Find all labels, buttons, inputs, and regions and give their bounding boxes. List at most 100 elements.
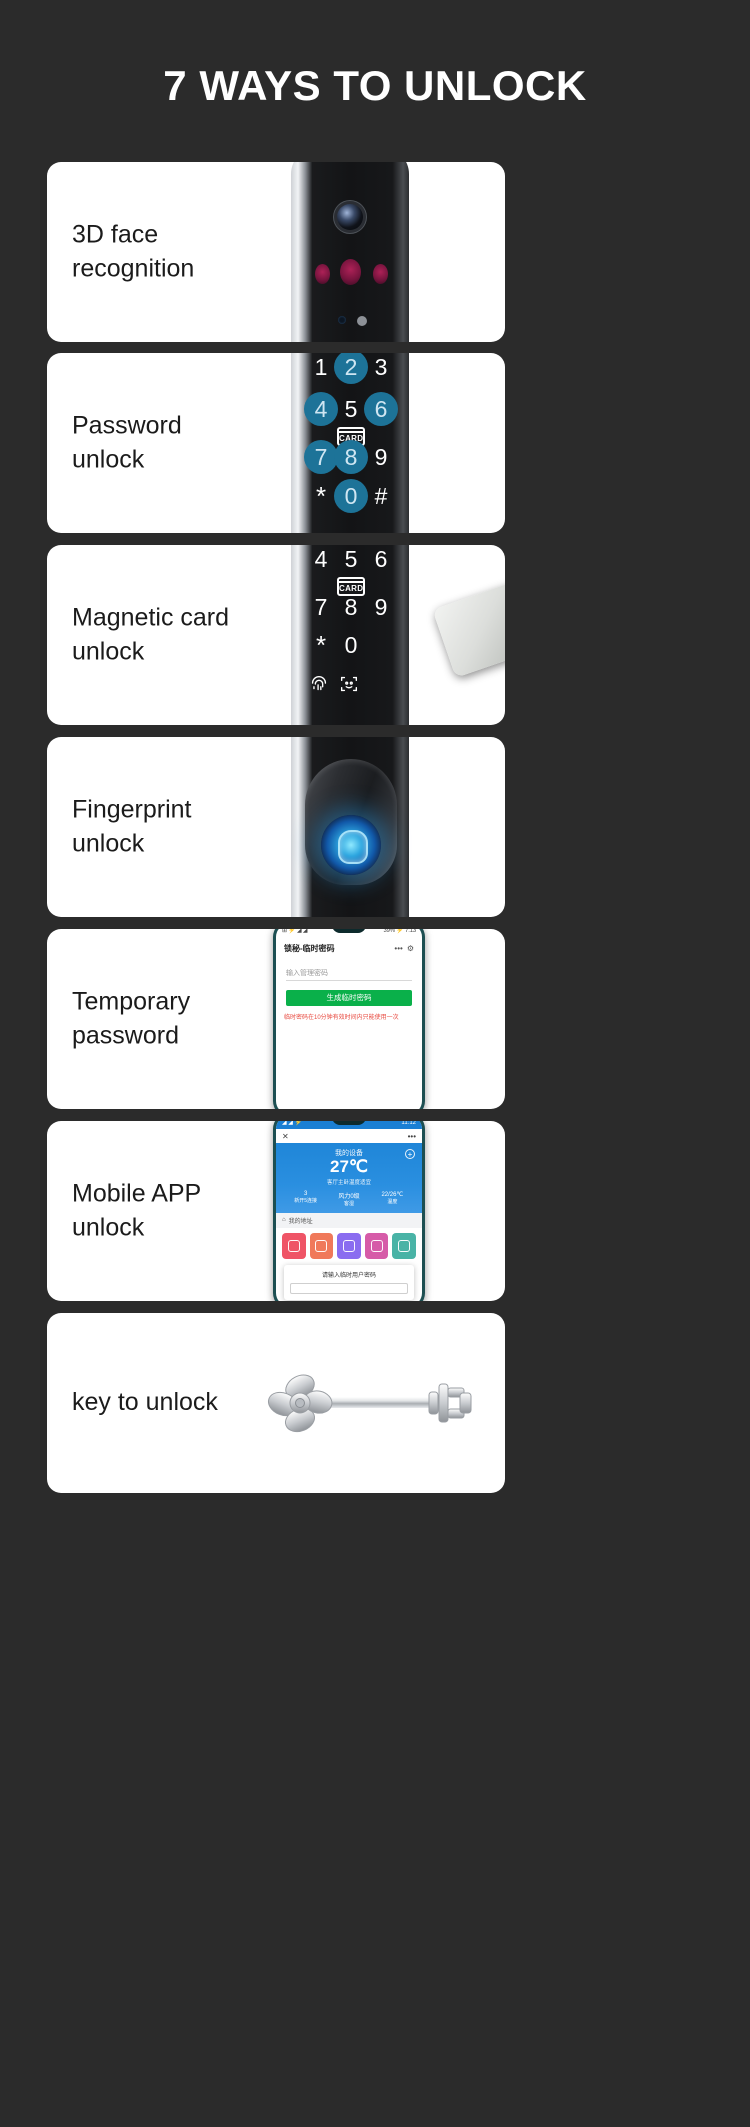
keypad-key-2[interactable]: 2 (334, 353, 368, 384)
home-icon: ⌂ (282, 1217, 286, 1224)
card-3d-face-recognition[interactable]: 3D face recognition (47, 162, 505, 342)
ir-led-icon (340, 259, 361, 285)
card-label-line1: 3D face (72, 220, 159, 249)
keypad-key-8[interactable]: 8 (334, 440, 368, 474)
keypad-key-hash[interactable]: # (364, 479, 398, 513)
hero-stats: 3 新开5连接 风力0级 客湿 22/26℃ 温度 (284, 1191, 414, 1207)
device-tile[interactable] (364, 1232, 389, 1259)
device-icon (370, 1239, 383, 1252)
keypad-key-star[interactable]: * (304, 628, 338, 662)
media-phone-smart-home-app: ◢ ◢ ⚡ 11:12 ✕ ••• + 我的设备 27℃ 客厅主卧温度适宜 3 … (243, 1121, 505, 1301)
hero-title: 我的设备 (335, 1150, 363, 1157)
more-icon[interactable]: ••• (394, 944, 402, 953)
keypad-key-star[interactable]: * (304, 479, 338, 513)
card-label-line2: password (72, 1021, 179, 1049)
keypad-key-3[interactable]: 3 (364, 353, 398, 384)
device-icon (315, 1239, 328, 1252)
keypad-key-6[interactable]: 6 (364, 545, 398, 576)
temp-password-note: 临时密码在10分钟有效时间内只能使用一次 (284, 1015, 399, 1021)
device-tile[interactable] (309, 1232, 334, 1259)
card-label-line1: Magnetic card (72, 603, 230, 632)
card-label: Fingerprint unlock (72, 793, 272, 861)
keypad-key-8[interactable]: 8 (334, 590, 368, 624)
card-key-to-unlock[interactable]: key to unlock (47, 1313, 505, 1493)
hero-subtitle: 客厅主卧温度适宜 (326, 1179, 371, 1186)
device-tile[interactable] (392, 1232, 416, 1259)
card-magnetic-card-unlock[interactable]: Magnetic card unlock 4 5 6 CARD 7 8 9 * … (47, 545, 505, 725)
app-section-header: ⌂ 我的地址 (276, 1212, 422, 1228)
device-tile[interactable] (282, 1232, 306, 1259)
fingerprint-scanner-icon[interactable] (321, 815, 381, 875)
keypad-key-9[interactable]: 9 (364, 440, 398, 474)
card-label-line2: unlock (72, 445, 145, 473)
keypad-key-7[interactable]: 7 (304, 590, 338, 624)
card-label: Magnetic card unlock (72, 601, 272, 669)
keypad[interactable]: 4 5 6 CARD 7 8 9 * 0 (291, 545, 409, 725)
magnetic-card-object (432, 572, 505, 678)
keypad-key-1[interactable]: 1 (304, 353, 338, 384)
device-tile[interactable] (337, 1232, 361, 1259)
card-label-line2: unlock (72, 1213, 145, 1241)
hero-stat: 22/26℃ 温度 (371, 1191, 414, 1207)
dialog-password-input[interactable] (290, 1283, 408, 1294)
lock-panel (291, 162, 409, 342)
page-title: 7 WAYS TO UNLOCK (163, 62, 587, 109)
status-right: 11:12 (401, 1121, 416, 1126)
keypad-key-7[interactable]: 7 (304, 440, 338, 474)
lock-panel: 1 2 3 4 5 6 CARD 7 8 9 * 0 # (291, 353, 409, 533)
phone-mockup: ⊞ ⚡ ◢ ◢ 39% ⚡ 7:13 锁秘-临时密码 ••• ⚙ 输入管理密码 … (273, 929, 425, 1109)
device-tile-grid (276, 1227, 422, 1264)
card-label-line2: unlock (72, 637, 145, 665)
app-hero-panel: + 我的设备 27℃ 客厅主卧温度适宜 3 新开5连接 风力0级 客湿 22/2… (276, 1143, 422, 1213)
card-password-unlock[interactable]: Password unlock 1 2 3 4 5 6 CARD 7 8 9 *… (47, 353, 505, 533)
keypad-key-4[interactable]: 4 (304, 545, 338, 576)
lock-panel (291, 737, 409, 917)
card-label: Mobile APP unlock (72, 1177, 272, 1245)
card-label: Temporary password (72, 985, 272, 1053)
keypad-key-5[interactable]: 5 (334, 545, 368, 576)
keypad[interactable]: 1 2 3 4 5 6 CARD 7 8 9 * 0 # (291, 353, 409, 533)
card-label-line2: recognition (72, 254, 195, 282)
hero-temperature: 27℃ (329, 1157, 368, 1176)
phone-notch (332, 929, 366, 933)
hero-stat: 风力0级 客湿 (327, 1191, 370, 1207)
keypad-key-0[interactable]: 0 (334, 479, 368, 513)
media-smart-lock-keypad-with-card: 4 5 6 CARD 7 8 9 * 0 (243, 545, 505, 725)
keypad-key-5[interactable]: 5 (334, 392, 368, 426)
device-icon (287, 1239, 300, 1252)
admin-password-input[interactable]: 输入管理密码 (276, 958, 422, 980)
face-icon[interactable] (338, 673, 364, 699)
fingerprint-icon[interactable] (308, 673, 334, 699)
card-mobile-app-unlock[interactable]: Mobile APP unlock ◢ ◢ ⚡ 11:12 ✕ ••• + 我的… (47, 1121, 505, 1301)
card-label: Password unlock (72, 409, 272, 477)
app-title: 锁秘-临时密码 (284, 944, 335, 953)
card-label-line2: unlock (72, 829, 145, 857)
card-label-line1: Mobile APP (72, 1179, 202, 1208)
gear-icon[interactable]: ⚙ (407, 944, 414, 953)
hero-stat-caption: 温度 (387, 1198, 398, 1205)
phone-notch (332, 1121, 366, 1125)
keypad-key-4[interactable]: 4 (304, 392, 338, 426)
device-icon (398, 1239, 411, 1252)
sensor-icon (357, 316, 367, 326)
card-label-line1: Temporary (72, 987, 191, 1016)
card-label-line1: key to unlock (72, 1388, 218, 1417)
lock-handle (305, 759, 397, 885)
card-temporary-password[interactable]: Temporary password ⊞ ⚡ ◢ ◢ 39% ⚡ 7:13 锁秘… (47, 929, 505, 1109)
app-tools: ••• ⚙ (394, 944, 414, 953)
close-icon[interactable]: ✕ (282, 1132, 289, 1141)
more-icon[interactable]: ••• (408, 1132, 416, 1141)
media-phone-temp-password-app: ⊞ ⚡ ◢ ◢ 39% ⚡ 7:13 锁秘-临时密码 ••• ⚙ 输入管理密码 … (243, 929, 505, 1109)
keypad-key-0[interactable]: 0 (334, 628, 368, 662)
input-underline (286, 980, 412, 981)
generate-temp-password-button[interactable]: 生成临时密码 (286, 990, 412, 1006)
keypad-key-9[interactable]: 9 (364, 590, 398, 624)
hero-stat: 3 新开5连接 (284, 1191, 327, 1207)
hero-stat-caption: 客湿 (343, 1200, 354, 1207)
status-left: ⊞ ⚡ ◢ ◢ (282, 929, 308, 934)
media-smart-lock-face-panel (243, 162, 505, 342)
card-label: 3D face recognition (72, 218, 272, 286)
card-fingerprint-unlock[interactable]: Fingerprint unlock (47, 737, 505, 917)
keypad-key-6[interactable]: 6 (364, 392, 398, 426)
hero-stat-caption: 新开5连接 (294, 1197, 318, 1204)
